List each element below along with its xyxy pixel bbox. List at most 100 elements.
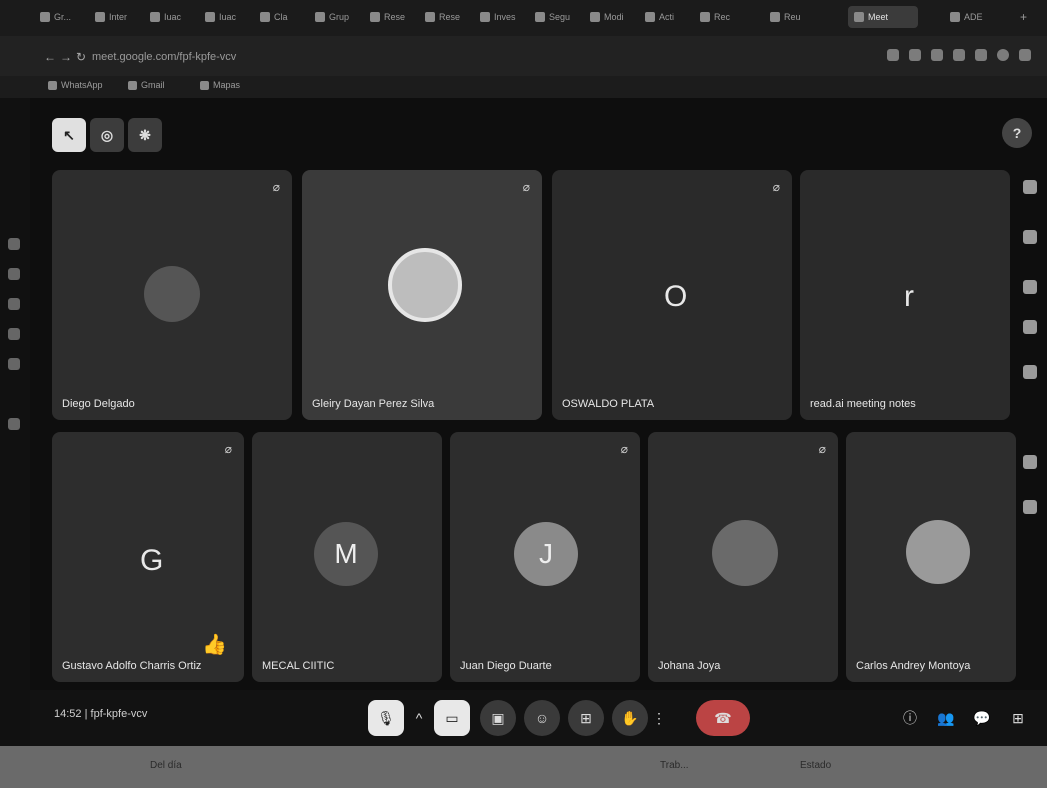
- help-button[interactable]: ?: [1002, 118, 1032, 148]
- time-icon[interactable]: [1023, 280, 1037, 294]
- doc-icon[interactable]: [1023, 455, 1037, 469]
- leave-call-button[interactable]: ☎: [696, 700, 750, 736]
- taskbar-item[interactable]: Trab...: [660, 760, 689, 771]
- browser-tab[interactable]: Rec: [700, 6, 740, 28]
- participant-name: Johana Joya: [658, 660, 721, 672]
- avatar: [388, 248, 462, 322]
- browser-tab[interactable]: Gr...: [40, 6, 80, 28]
- url-field[interactable]: meet.google.com/fpf-kpfe-vcv: [92, 46, 792, 68]
- menu-icon[interactable]: [1019, 49, 1031, 61]
- tab-favicon-icon: [260, 12, 270, 22]
- tab-favicon-icon: [425, 12, 435, 22]
- back-icon[interactable]: ←: [44, 50, 56, 64]
- captions-button[interactable]: ▣: [480, 700, 516, 736]
- meeting-code: fpf-kpfe-vcv: [90, 708, 148, 720]
- meet-favicon-icon: [854, 12, 864, 22]
- browser-tab[interactable]: Rese: [425, 6, 465, 28]
- address-bar-row: ← → ↻ meet.google.com/fpf-kpfe-vcv: [0, 36, 1047, 76]
- tab-favicon-icon: [480, 12, 490, 22]
- activities-button[interactable]: ⊞: [1000, 700, 1036, 736]
- participant-tile[interactable]: ⌀ J Juan Diego Duarte: [450, 432, 640, 682]
- participant-tile[interactable]: ⌀ O OSWALDO PLATA: [552, 170, 792, 420]
- side-panel-icon[interactable]: [8, 328, 20, 340]
- participant-tile[interactable]: ⌀ G 👍 Gustavo Adolfo Charris Ortiz: [52, 432, 244, 682]
- info-icon: ⓘ: [903, 710, 917, 726]
- tab-favicon-icon: [95, 12, 105, 22]
- browser-tab-active[interactable]: Meet: [848, 6, 918, 28]
- extension-icon[interactable]: [975, 49, 987, 61]
- participant-name: read.ai meeting notes: [810, 398, 916, 410]
- browser-tab[interactable]: Cla: [260, 6, 300, 28]
- notes-icon[interactable]: [1023, 365, 1037, 379]
- browser-tab[interactable]: Iuac: [205, 6, 245, 28]
- record-button[interactable]: ◎: [90, 118, 124, 152]
- tab-favicon-icon: [700, 12, 710, 22]
- participant-tile[interactable]: M MECAL CIITIC: [252, 432, 442, 682]
- profile-avatar[interactable]: [997, 49, 1009, 61]
- side-panel-icon[interactable]: [8, 358, 20, 370]
- browser-tab[interactable]: Inter: [95, 6, 135, 28]
- meeting-info: 14:52 | fpf-kpfe-vcv: [54, 708, 148, 720]
- participant-tile[interactable]: Carlos Andrey Montoya: [846, 432, 1016, 682]
- browser-tab[interactable]: Rese: [370, 6, 410, 28]
- thumbs-up-icon: 👍: [202, 634, 227, 656]
- participant-tile[interactable]: r read.ai meeting notes: [800, 170, 1010, 420]
- side-panel-icon[interactable]: [8, 238, 20, 250]
- mic-toggle-button[interactable]: 🎙: [368, 700, 404, 736]
- browser-tab-bar: Gr... Inter Iuac Iuac Cla Grup Rese Rese…: [0, 0, 1047, 36]
- more-vert-icon: ⋮: [652, 709, 666, 726]
- more-options-button[interactable]: ⋮: [650, 700, 668, 736]
- participant-tile[interactable]: ⌀ Diego Delgado: [52, 170, 292, 420]
- people-button[interactable]: 👥: [928, 700, 964, 736]
- taskbar-item[interactable]: Del día: [150, 760, 182, 771]
- extension-icon[interactable]: [887, 49, 899, 61]
- avatar: J: [514, 522, 578, 586]
- browser-tab[interactable]: Inves: [480, 6, 520, 28]
- participant-name: MECAL CIITIC: [262, 660, 335, 672]
- browser-tab[interactable]: Modi: [590, 6, 630, 28]
- forward-icon[interactable]: →: [60, 50, 72, 64]
- pen-icon[interactable]: [1023, 320, 1037, 334]
- hand-icon: ✋: [621, 709, 639, 726]
- meeting-time: 14:52: [54, 708, 82, 720]
- apps-icon: ⊞: [1012, 709, 1024, 726]
- tiles-icon[interactable]: [1023, 180, 1037, 194]
- browser-tab[interactable]: ADE: [950, 6, 990, 28]
- browser-tab[interactable]: Reu: [770, 6, 810, 28]
- captions-icon: ▣: [491, 709, 505, 726]
- close-icon[interactable]: [8, 418, 20, 430]
- emoji-button[interactable]: ☺: [524, 700, 560, 736]
- tab-favicon-icon: [150, 12, 160, 22]
- mic-muted-icon: ⌀: [272, 180, 280, 194]
- taskbar-item[interactable]: Estado: [800, 760, 831, 771]
- bookmark-maps[interactable]: Mapas: [200, 80, 240, 90]
- browser-tab[interactable]: Iuac: [150, 6, 190, 28]
- help-icon: ?: [1012, 125, 1022, 141]
- side-panel-icon[interactable]: [8, 298, 20, 310]
- browser-tab[interactable]: Grup: [315, 6, 355, 28]
- calendar-icon[interactable]: [1023, 500, 1037, 514]
- chat-button[interactable]: 💬: [964, 700, 1000, 736]
- side-panel-icon[interactable]: [8, 268, 20, 280]
- browser-tab[interactable]: Acti: [645, 6, 685, 28]
- info-button[interactable]: ⓘ: [892, 700, 928, 736]
- reload-icon[interactable]: ↻: [76, 50, 86, 64]
- mic-options-button[interactable]: ^: [410, 700, 428, 736]
- extension-icon[interactable]: [909, 49, 921, 61]
- avatar: [712, 520, 778, 586]
- pointer-tool-button[interactable]: ↖: [52, 118, 86, 152]
- participant-tile[interactable]: ⌀ Gleiry Dayan Perez Silva: [302, 170, 542, 420]
- new-tab-button[interactable]: +: [1020, 6, 1040, 28]
- mic-muted-icon: ⌀: [818, 442, 826, 456]
- extension-icon[interactable]: [931, 49, 943, 61]
- bookmark-gmail[interactable]: Gmail: [128, 80, 165, 90]
- bookmark-whatsapp[interactable]: WhatsApp: [48, 80, 103, 90]
- browser-tab[interactable]: Segu: [535, 6, 575, 28]
- present-button[interactable]: ⊞: [568, 700, 604, 736]
- effects-button[interactable]: ❋: [128, 118, 162, 152]
- camera-toggle-button[interactable]: ▭: [434, 700, 470, 736]
- raise-hand-button[interactable]: ✋: [612, 700, 648, 736]
- pin-icon[interactable]: [1023, 230, 1037, 244]
- participant-tile[interactable]: ⌀ Johana Joya: [648, 432, 838, 682]
- extension-icon[interactable]: [953, 49, 965, 61]
